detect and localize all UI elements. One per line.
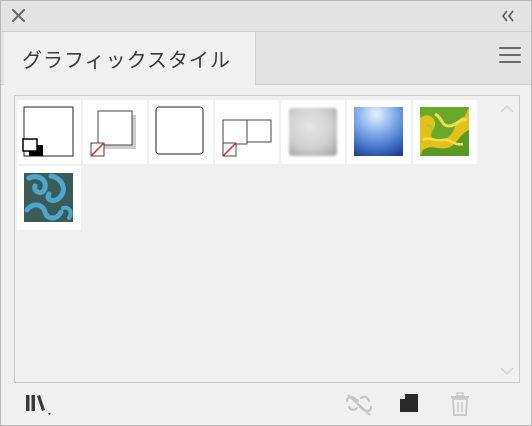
trash-icon[interactable] <box>447 389 473 419</box>
style-swatch-default-character[interactable] <box>83 100 147 164</box>
double-chevron-left-icon[interactable] <box>499 8 517 24</box>
graphic-style-libraries-icon[interactable] <box>23 389 59 419</box>
close-icon[interactable] <box>10 7 28 25</box>
panel-tabbar: グラフィックスタイル <box>1 32 531 85</box>
style-swatch-double-frame[interactable] <box>215 100 279 164</box>
styles-grid <box>14 95 520 383</box>
hamburger-menu-icon[interactable] <box>499 47 521 67</box>
graphic-styles-panel: グラフィックスタイル <box>0 0 532 426</box>
tab-graphic-styles[interactable]: グラフィックスタイル <box>4 32 256 85</box>
tab-label: グラフィックスタイル <box>22 48 231 72</box>
break-link-icon[interactable] <box>343 389 375 419</box>
style-swatch-teal-swirl[interactable] <box>17 166 81 230</box>
style-swatch-blue-radial[interactable] <box>347 100 411 164</box>
style-swatch-default[interactable] <box>17 100 81 164</box>
style-swatch-plain[interactable] <box>149 100 213 164</box>
style-swatch-gray-gradient[interactable] <box>281 100 345 164</box>
panel-toolbar <box>1 389 531 425</box>
panel-titlebar <box>1 1 531 32</box>
scroll-down-icon[interactable] <box>499 362 515 375</box>
scroll-up-icon[interactable] <box>499 100 515 113</box>
style-swatch-yellow-pattern[interactable] <box>413 100 477 164</box>
new-graphic-style-icon[interactable] <box>397 389 423 419</box>
